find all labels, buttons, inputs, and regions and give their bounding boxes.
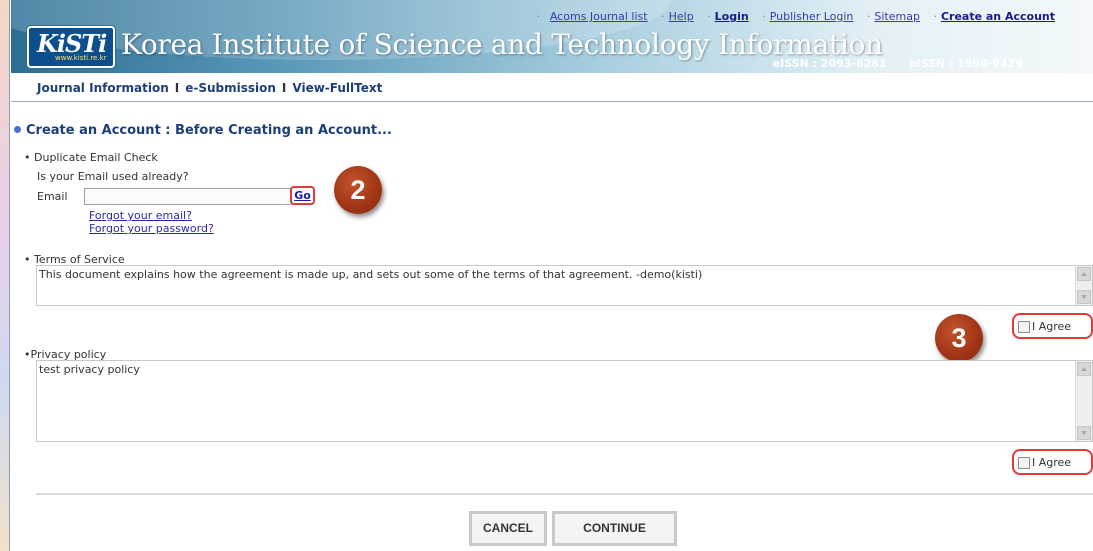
email-label: Email xyxy=(37,190,68,203)
annotation-badge-3: 3 xyxy=(935,314,983,362)
nav-e-submission[interactable]: e-Submission xyxy=(185,81,276,95)
issn-info: eISSN : 2093-6281 pISSN : 1598-9429 xyxy=(773,57,1023,70)
pissn: pISSN : 1598-9429 xyxy=(908,57,1023,70)
nav-view-fulltext[interactable]: View-FullText xyxy=(292,81,382,95)
link-acoms-journal-list[interactable]: Acoms Journal list xyxy=(550,10,648,23)
link-help[interactable]: Help xyxy=(669,10,694,23)
continue-button[interactable]: CONTINUE xyxy=(552,511,677,546)
cancel-button[interactable]: CANCEL xyxy=(469,511,547,546)
annotation-badge-2: 2 xyxy=(334,166,382,214)
checkbox-icon[interactable] xyxy=(1018,457,1030,469)
nav-journal-information[interactable]: Journal Information xyxy=(37,81,169,95)
main-nav: Journal Information Ie-Submission I View-Fu… xyxy=(11,73,1093,102)
privacy-textbox[interactable]: test privacy policy xyxy=(36,360,1093,442)
scroll-down-arrow-icon[interactable] xyxy=(1077,426,1091,440)
eissn: eISSN : 2093-6281 xyxy=(772,57,887,70)
email-check-title: • Duplicate Email Check xyxy=(24,151,158,164)
left-decorative-strip xyxy=(0,0,10,551)
divider xyxy=(36,493,1093,495)
page-title: Create an Account : Before Creating an A… xyxy=(14,123,392,138)
scroll-down-arrow-icon[interactable] xyxy=(1077,290,1091,304)
scroll-up-arrow-icon[interactable] xyxy=(1077,267,1091,281)
kisti-logo[interactable]: KiSTi www.kisti.re.kr xyxy=(27,26,115,68)
scroll-up-arrow-icon[interactable] xyxy=(1077,362,1091,376)
terms-agree-checkbox[interactable]: I Agree xyxy=(1012,313,1093,339)
email-input[interactable] xyxy=(84,188,293,205)
nav-separator: I xyxy=(281,81,287,95)
top-links-bar: · Acoms Journal list · Help · Login · Publis… xyxy=(536,10,1055,23)
logo-url: www.kisti.re.kr xyxy=(55,54,107,62)
link-publisher-login[interactable]: Publisher Login xyxy=(770,10,854,23)
link-create-account[interactable]: Create an Account xyxy=(941,10,1055,23)
site-header: · Acoms Journal list · Help · Login · Publis… xyxy=(11,0,1093,73)
forgot-password-link[interactable]: Forgot your password? xyxy=(89,222,214,235)
terms-textbox[interactable]: This document explains how the agreement… xyxy=(36,265,1093,306)
nav-separator: I xyxy=(174,81,180,95)
terms-text: This document explains how the agreement… xyxy=(39,268,703,281)
privacy-scrollbar[interactable] xyxy=(1075,361,1092,441)
forgot-email-link[interactable]: Forgot your email? xyxy=(89,209,192,222)
terms-scrollbar[interactable] xyxy=(1075,266,1092,305)
go-button[interactable]: Go xyxy=(290,186,315,205)
link-login[interactable]: Login xyxy=(715,10,749,23)
checkbox-icon[interactable] xyxy=(1018,321,1030,333)
site-title: Korea Institute of Science and Technolog… xyxy=(121,28,883,61)
bullet-icon xyxy=(14,126,21,133)
email-check-question: Is your Email used already? xyxy=(37,170,189,183)
privacy-agree-checkbox[interactable]: I Agree xyxy=(1012,449,1093,475)
link-sitemap[interactable]: Sitemap xyxy=(874,10,920,23)
privacy-text: test privacy policy xyxy=(39,363,140,376)
